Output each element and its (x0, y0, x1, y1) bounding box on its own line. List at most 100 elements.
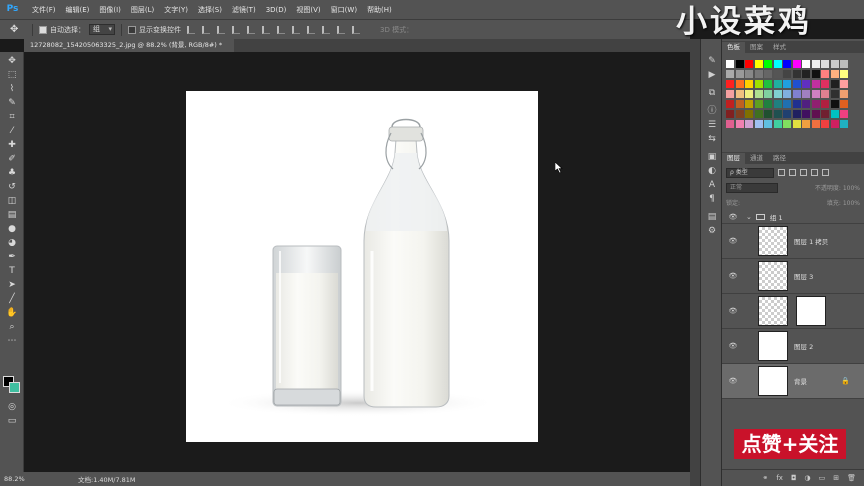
menu-select[interactable]: 选择(S) (198, 5, 222, 15)
align-left-icon[interactable] (232, 25, 240, 34)
color-swatch[interactable] (811, 110, 820, 118)
layer-row[interactable]: 👁 图层 2 (722, 329, 864, 364)
color-swatch[interactable] (821, 60, 829, 68)
shape-tool-icon[interactable]: ╱ (5, 294, 19, 305)
align-hcenter-icon[interactable] (247, 25, 255, 34)
adjustment-layer-icon[interactable]: ◑ (805, 474, 811, 482)
color-swatch[interactable] (726, 120, 734, 128)
more-tools-icon[interactable]: ⋯ (5, 336, 19, 347)
delete-layer-icon[interactable]: 🗑 (847, 474, 856, 482)
glyph-panel-icon[interactable]: ⚙ (706, 225, 718, 237)
menu-filter[interactable]: 滤镜(T) (232, 5, 256, 15)
history-brush-tool-icon[interactable]: ↺ (5, 182, 19, 193)
color-swatch[interactable] (811, 60, 820, 68)
color-swatch[interactable] (840, 110, 848, 118)
color-swatch[interactable] (735, 70, 744, 78)
adjustments-panel-icon[interactable]: ⇆ (706, 133, 718, 145)
color-swatch[interactable] (745, 80, 753, 88)
color-swatch[interactable] (792, 90, 801, 98)
color-swatch[interactable] (764, 80, 772, 88)
distribute-bottom-icon[interactable] (307, 25, 315, 34)
color-swatch[interactable] (802, 70, 810, 78)
screen-mode-icon[interactable]: ▭ (5, 416, 19, 427)
tab-paths[interactable]: 路径 (768, 153, 791, 164)
color-swatch[interactable] (726, 110, 734, 118)
color-swatch[interactable] (726, 70, 734, 78)
color-swatch[interactable] (811, 90, 820, 98)
styles-panel-icon[interactable]: ◐ (706, 165, 718, 177)
layer-row[interactable]: 👁 图层 3 (722, 259, 864, 294)
document-canvas[interactable] (186, 91, 538, 442)
color-swatch[interactable] (821, 120, 829, 128)
color-swatch[interactable] (754, 90, 763, 98)
menu-type[interactable]: 文字(Y) (164, 5, 188, 15)
timeline-panel-icon[interactable]: ▤ (706, 211, 718, 223)
properties-panel-icon[interactable]: ☰ (706, 119, 718, 131)
color-swatch[interactable] (745, 70, 753, 78)
color-swatch[interactable] (802, 100, 810, 108)
brush-tool-icon[interactable]: ✐ (5, 154, 19, 165)
chevron-down-icon[interactable]: ⌄ (746, 213, 752, 221)
paragraph-panel-icon[interactable]: ¶ (706, 193, 718, 205)
history-panel-icon[interactable]: ⧉ (706, 87, 718, 99)
color-swatch[interactable] (783, 80, 791, 88)
eraser-tool-icon[interactable]: ◫ (5, 196, 19, 207)
gradient-tool-icon[interactable]: ▤ (5, 210, 19, 221)
hand-tool-icon[interactable]: ✋ (5, 308, 19, 319)
menu-3d[interactable]: 3D(D) (266, 6, 287, 14)
align-vcenter-icon[interactable] (202, 25, 210, 34)
color-swatch[interactable] (783, 70, 791, 78)
eyedropper-tool-icon[interactable]: ⁄ (5, 126, 19, 137)
distribute-top-icon[interactable] (277, 25, 285, 34)
eye-icon[interactable]: 👁 (728, 342, 738, 350)
align-top-icon[interactable] (187, 25, 195, 34)
color-swatch[interactable] (745, 100, 753, 108)
color-swatch[interactable] (830, 120, 839, 128)
eye-icon[interactable]: 👁 (728, 307, 738, 315)
color-swatch[interactable] (840, 80, 848, 88)
color-swatch[interactable] (754, 120, 763, 128)
brush-panel-icon[interactable]: ✎ (706, 55, 718, 67)
color-swatch[interactable] (792, 100, 801, 108)
move-tool-icon[interactable]: ✥ (5, 56, 19, 67)
background-color-swatch[interactable] (9, 382, 20, 393)
menu-view[interactable]: 视图(V) (296, 5, 320, 15)
color-swatch[interactable] (811, 120, 820, 128)
eye-icon[interactable]: 👁 (728, 213, 738, 221)
color-swatch[interactable] (735, 90, 744, 98)
color-swatch[interactable] (773, 110, 782, 118)
color-swatch[interactable] (830, 110, 839, 118)
color-swatch[interactable] (764, 100, 772, 108)
crop-tool-icon[interactable]: ⌗ (5, 112, 19, 123)
dodge-tool-icon[interactable]: ◕ (5, 238, 19, 249)
color-swatch[interactable] (735, 120, 744, 128)
color-swatch[interactable] (745, 90, 753, 98)
menu-window[interactable]: 窗口(W) (331, 5, 357, 15)
color-swatch[interactable] (773, 70, 782, 78)
color-swatch[interactable] (840, 70, 848, 78)
color-swatch[interactable] (783, 60, 791, 68)
menu-layer[interactable]: 图层(L) (131, 5, 154, 15)
distribute-right-icon[interactable] (352, 25, 360, 34)
color-swatch[interactable] (821, 100, 829, 108)
quick-mask-icon[interactable]: ◎ (5, 402, 19, 413)
color-swatch[interactable] (754, 100, 763, 108)
tab-layers[interactable]: 图层 (722, 153, 745, 164)
zoom-tool-icon[interactable]: ⌕ (5, 322, 19, 333)
show-transform-checkbox[interactable] (128, 25, 136, 34)
layer-style-icon[interactable]: fx (776, 474, 783, 482)
color-swatch[interactable] (764, 70, 772, 78)
move-tool-icon[interactable]: ✥ (10, 24, 26, 35)
color-swatch[interactable] (802, 60, 810, 68)
filter-smart-object-icon[interactable] (822, 169, 829, 176)
eye-icon[interactable]: 👁 (728, 237, 738, 245)
actions-play-icon[interactable]: ▶ (706, 69, 718, 81)
color-swatch[interactable] (773, 120, 782, 128)
quick-select-tool-icon[interactable]: ✎ (5, 98, 19, 109)
zoom-level[interactable]: 88.2% (4, 475, 38, 483)
color-swatch[interactable] (735, 110, 744, 118)
filter-adjustment-icon[interactable] (789, 169, 796, 176)
align-right-icon[interactable] (262, 25, 270, 34)
color-swatch[interactable] (830, 90, 839, 98)
color-swatch[interactable] (726, 80, 734, 88)
